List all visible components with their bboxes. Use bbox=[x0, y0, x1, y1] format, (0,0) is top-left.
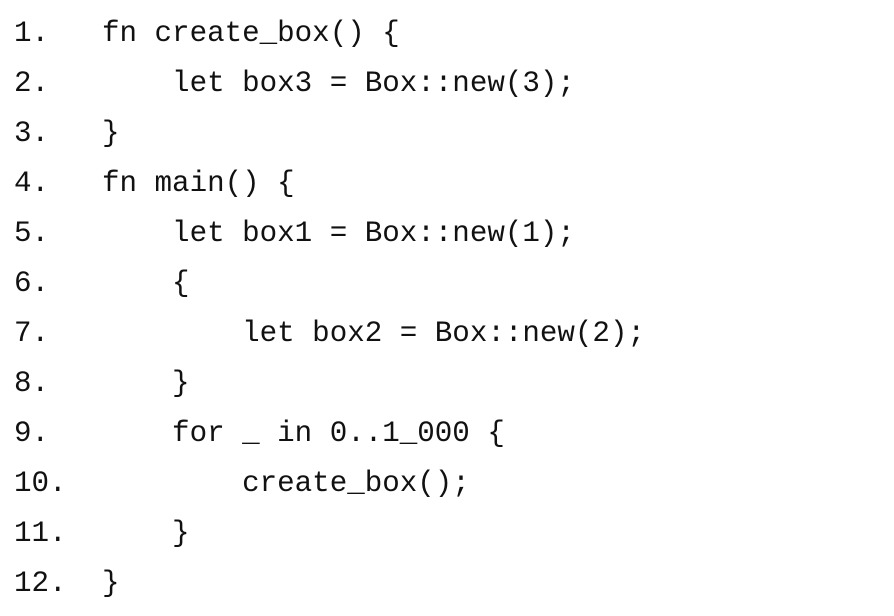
code-listing: 1. fn create_box() { 2. let box3 = Box::n… bbox=[14, 9, 645, 609]
code-text: for _ in 0..1_000 { bbox=[102, 417, 505, 450]
code-text: let box1 = Box::new(1); bbox=[102, 217, 575, 250]
line-number: 12. bbox=[14, 567, 67, 600]
line-number: 5. bbox=[14, 217, 50, 250]
line-number: 4. bbox=[14, 167, 50, 200]
line-number: 8. bbox=[14, 367, 50, 400]
code-text: let box3 = Box::new(3); bbox=[102, 67, 575, 100]
code-line: 8. } bbox=[14, 359, 645, 409]
line-number: 2. bbox=[14, 67, 50, 100]
line-number: 6. bbox=[14, 267, 50, 300]
code-line: 9. for _ in 0..1_000 { bbox=[14, 409, 645, 459]
code-text: fn main() { bbox=[102, 167, 295, 200]
code-line: 1. fn create_box() { bbox=[14, 9, 645, 59]
code-line: 10. create_box(); bbox=[14, 459, 645, 509]
code-text: create_box(); bbox=[102, 467, 470, 500]
code-text: } bbox=[102, 567, 120, 600]
line-number: 1. bbox=[14, 17, 50, 50]
code-line: 4. fn main() { bbox=[14, 159, 645, 209]
code-line: 7. let box2 = Box::new(2); bbox=[14, 309, 645, 359]
line-number: 3. bbox=[14, 117, 50, 150]
line-number: 7. bbox=[14, 317, 50, 350]
code-line: 12.} bbox=[14, 559, 645, 609]
code-text: } bbox=[102, 517, 190, 550]
line-number: 10. bbox=[14, 467, 67, 500]
code-text: let box2 = Box::new(2); bbox=[102, 317, 645, 350]
code-text: fn create_box() { bbox=[102, 17, 400, 50]
code-text: { bbox=[102, 267, 190, 300]
code-line: 2. let box3 = Box::new(3); bbox=[14, 59, 645, 109]
code-line: 3.} bbox=[14, 109, 645, 159]
code-line: 6. { bbox=[14, 259, 645, 309]
code-text: } bbox=[102, 117, 120, 150]
code-line: 11. } bbox=[14, 509, 645, 559]
code-line: 5. let box1 = Box::new(1); bbox=[14, 209, 645, 259]
line-number: 9. bbox=[14, 417, 50, 450]
line-number: 11. bbox=[14, 517, 67, 550]
code-text: } bbox=[102, 367, 190, 400]
